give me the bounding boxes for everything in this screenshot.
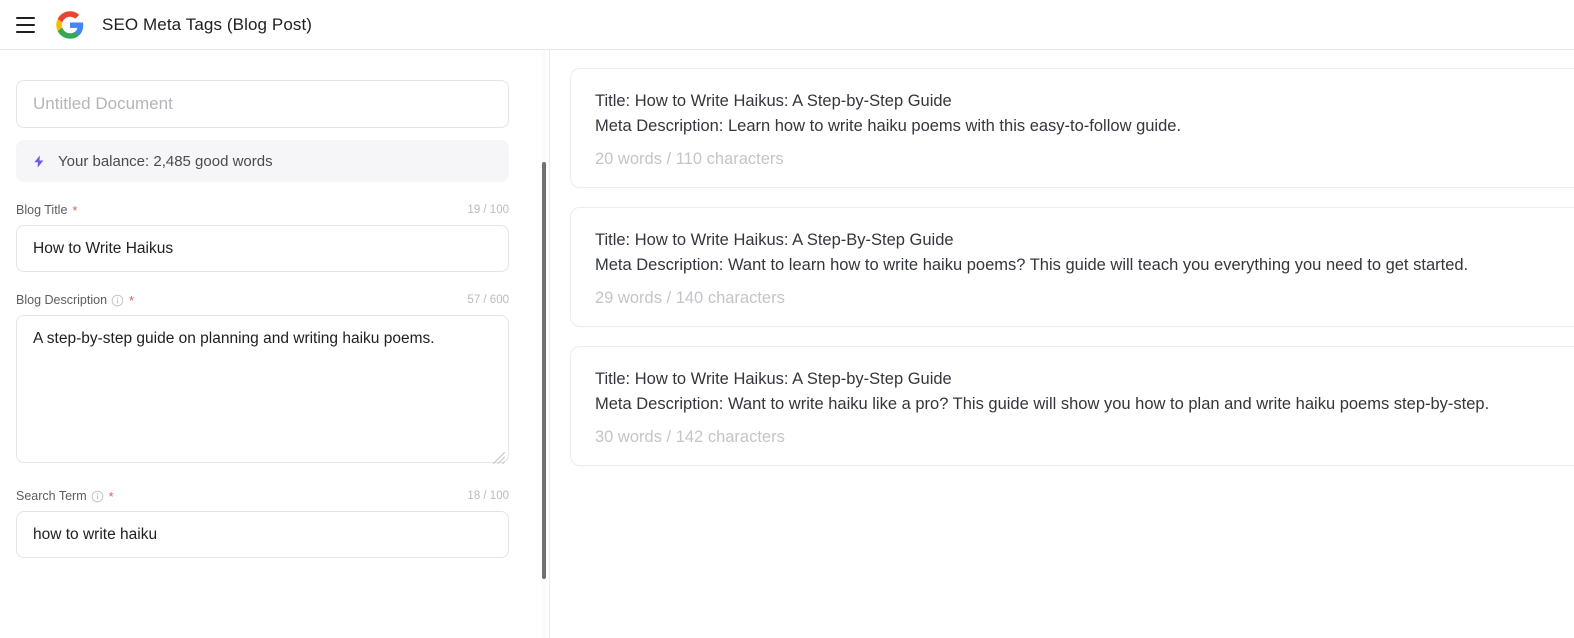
result-card[interactable]: Title: How to Write Haikus: A Step-by-St… — [570, 346, 1574, 467]
hamburger-bar — [15, 16, 35, 19]
field-label: Blog Description — [16, 293, 108, 307]
results-panel: Title: How to Write Haikus: A Step-by-St… — [550, 50, 1574, 638]
result-stats: 30 words / 142 characters — [595, 428, 785, 447]
info-icon[interactable] — [111, 294, 124, 307]
result-stats: 29 words / 140 characters — [595, 289, 785, 308]
search-term-input[interactable] — [16, 511, 509, 558]
form-sidebar: Your balance: 2,485 good words Blog Titl… — [0, 50, 550, 638]
result-title-line: Title: How to Write Haikus: A Step-by-St… — [595, 370, 952, 389]
result-title-line: Title: How to Write Haikus: A Step-By-St… — [595, 231, 954, 250]
result-stats: 20 words / 110 characters — [595, 150, 784, 169]
document-title-input[interactable] — [16, 80, 509, 128]
balance-badge: Your balance: 2,485 good words — [16, 140, 509, 182]
required-asterisk: * — [72, 202, 78, 218]
page-title: SEO Meta Tags (Blog Post) — [102, 14, 313, 34]
field-label: Search Term — [16, 489, 87, 503]
field-label: Blog Title — [16, 203, 68, 217]
character-counter: 57 / 600 — [467, 294, 509, 306]
info-icon[interactable] — [91, 490, 104, 503]
field-label-group: Blog Title * — [16, 203, 77, 217]
blog-description-textarea[interactable] — [16, 315, 509, 463]
character-counter: 19 / 100 — [467, 204, 509, 216]
field-label-row: Blog Description * 57 / 600 — [16, 292, 509, 308]
textarea-wrapper — [16, 315, 509, 468]
result-title-line: Title: How to Write Haikus: A Step-by-St… — [595, 92, 952, 110]
app-body: Your balance: 2,485 good words Blog Titl… — [0, 50, 1574, 638]
result-card[interactable]: Title: How to Write Haikus: A Step-By-St… — [570, 207, 1574, 328]
character-counter: 18 / 100 — [467, 490, 509, 502]
app-header: SEO Meta Tags (Blog Post) — [0, 0, 1574, 50]
blog-title-input[interactable] — [16, 225, 509, 272]
required-asterisk: * — [129, 292, 135, 308]
left-pane-scrollbar[interactable] — [538, 50, 549, 638]
hamburger-menu-icon[interactable] — [8, 8, 42, 42]
result-description-line: Meta Description: Learn how to write hai… — [595, 117, 1182, 136]
field-blog-description: Blog Description * 57 / 600 — [16, 292, 509, 468]
field-label-group: Blog Description * — [16, 293, 134, 307]
hamburger-bar — [15, 23, 35, 26]
result-description-line: Meta Description: Want to write haiku li… — [595, 395, 1490, 414]
result-card[interactable]: Title: How to Write Haikus: A Step-by-St… — [570, 68, 1574, 189]
balance-text: Your balance: 2,485 good words — [58, 152, 273, 170]
result-description-line: Meta Description: Want to learn how to w… — [595, 256, 1469, 275]
required-asterisk: * — [108, 488, 114, 504]
field-label-row: Blog Title * 19 / 100 — [16, 202, 509, 218]
hamburger-bar — [15, 30, 35, 33]
field-label-group: Search Term * — [16, 489, 114, 503]
field-label-row: Search Term * 18 / 100 — [16, 488, 509, 504]
lightning-bolt-icon — [34, 154, 44, 168]
scrollbar-thumb[interactable] — [542, 162, 546, 579]
field-search-term: Search Term * 18 / 100 — [16, 488, 509, 558]
app-root: SEO Meta Tags (Blog Post) Your balance: … — [0, 0, 1574, 638]
field-blog-title: Blog Title * 19 / 100 — [16, 202, 509, 272]
google-logo-icon — [56, 10, 84, 39]
